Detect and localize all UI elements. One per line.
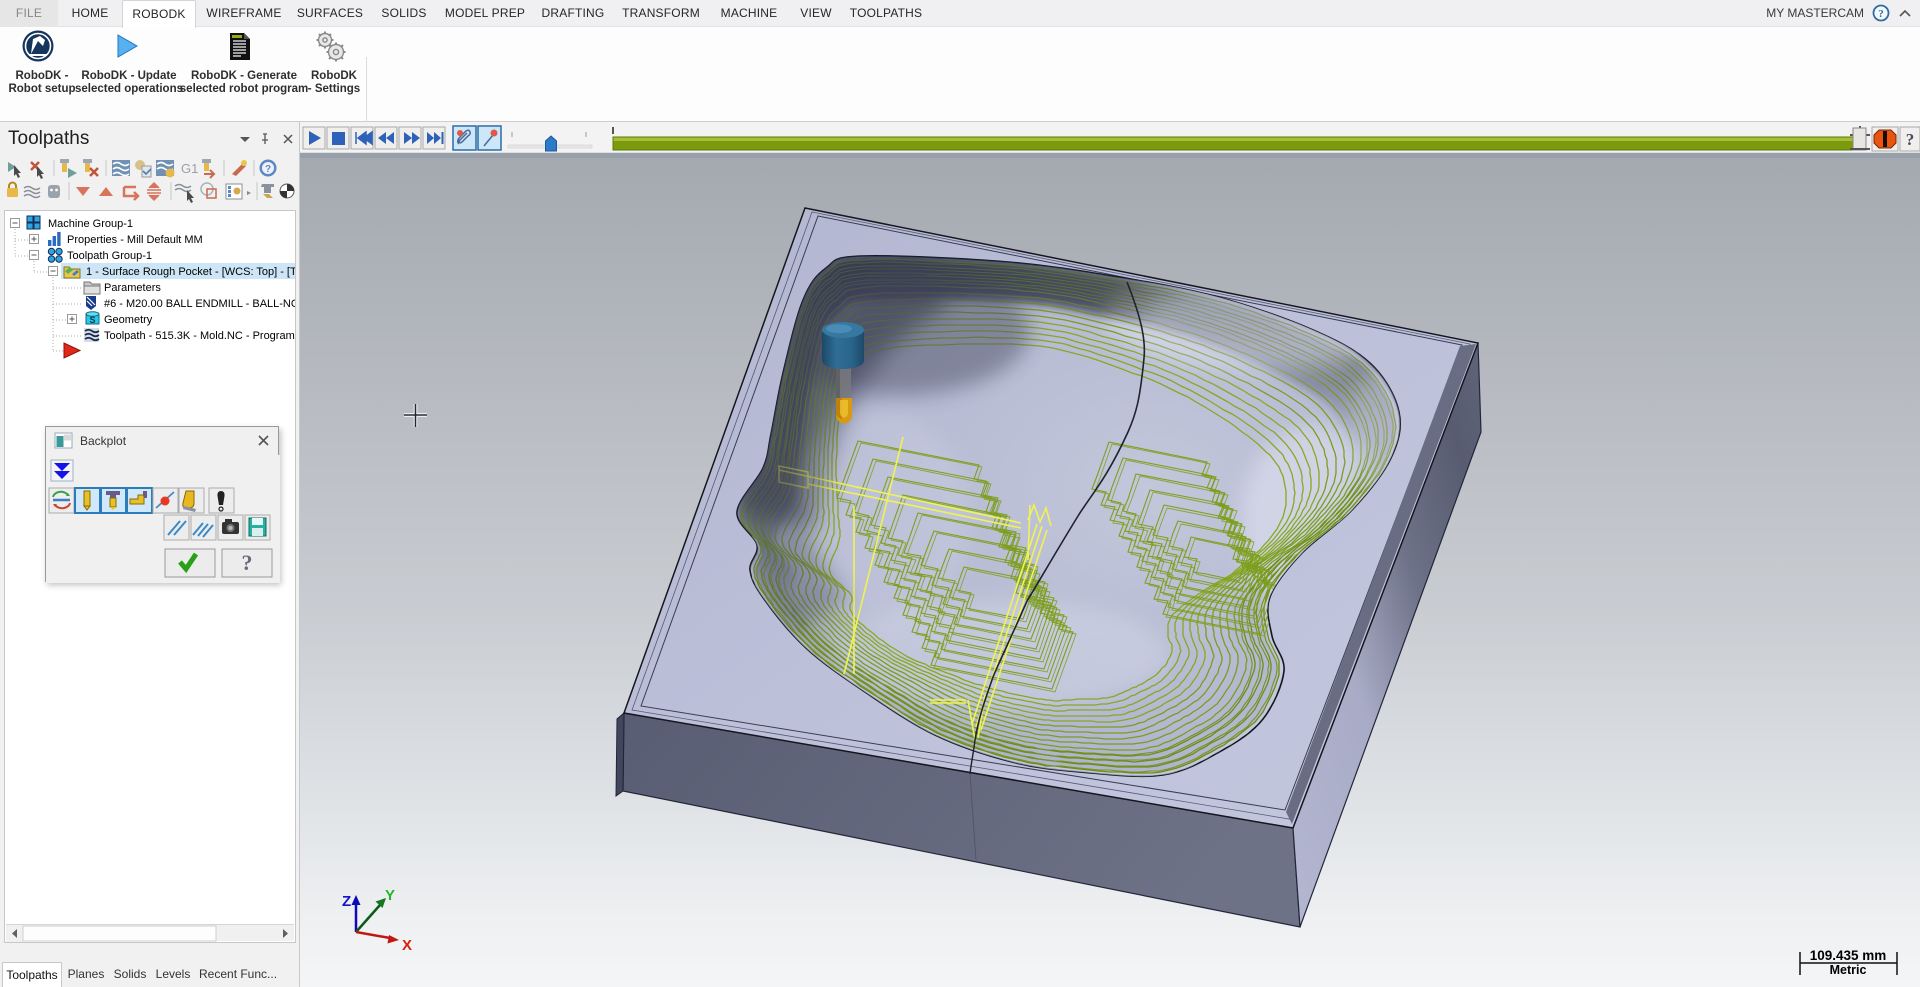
svg-text:#6 - M20.00 BALL ENDMILL - BAL: #6 - M20.00 BALL ENDMILL - BALL-NOS bbox=[104, 298, 295, 310]
svg-text:1 - Surface Rough Pocket - [WC: 1 - Surface Rough Pocket - [WCS: Top] - … bbox=[86, 266, 295, 278]
svg-text:Y: Y bbox=[385, 887, 395, 904]
svg-text:Properties - Mill Default MM: Properties - Mill Default MM bbox=[67, 234, 203, 246]
svg-text:Metric: Metric bbox=[1830, 963, 1867, 977]
svg-text:S: S bbox=[89, 315, 95, 325]
svg-text:X: X bbox=[402, 937, 412, 954]
svg-text:?: ? bbox=[242, 550, 253, 575]
svg-text:Z: Z bbox=[342, 893, 351, 910]
svg-text:Geometry: Geometry bbox=[104, 314, 153, 326]
svg-text:Toolpath Group-1: Toolpath Group-1 bbox=[67, 250, 152, 262]
svg-text:?: ? bbox=[265, 164, 271, 175]
svg-text:?: ? bbox=[1878, 8, 1884, 20]
svg-text:Toolpath - 515.3K - Mold.NC -: Toolpath - 515.3K - Mold.NC - Program bbox=[104, 330, 295, 342]
svg-text:109.435 mm: 109.435 mm bbox=[1810, 948, 1887, 963]
svg-text:Machine Group-1: Machine Group-1 bbox=[48, 218, 133, 230]
svg-text:Parameters: Parameters bbox=[104, 282, 161, 294]
svg-text:G1: G1 bbox=[181, 161, 198, 176]
svg-text:?: ? bbox=[1906, 130, 1915, 149]
